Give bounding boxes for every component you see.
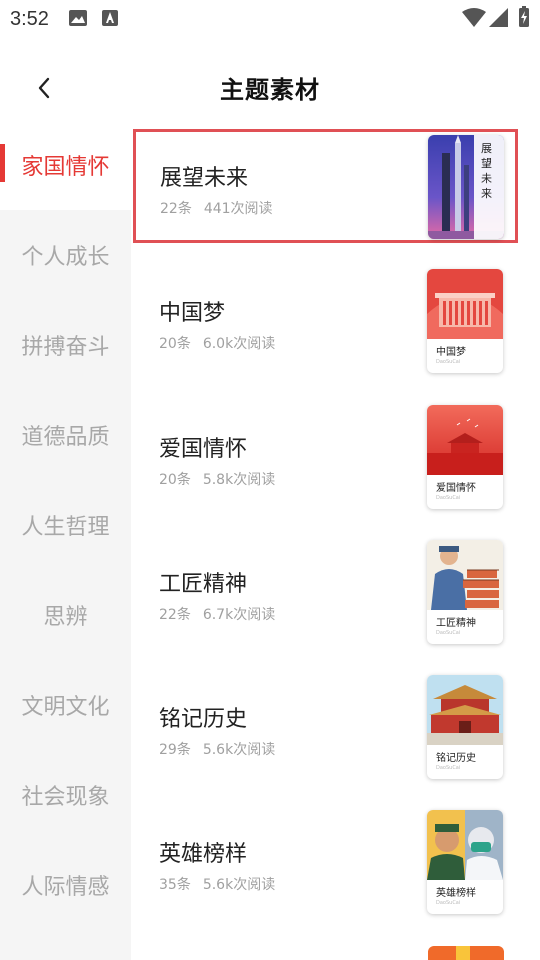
sidebar-item-label: 家国情怀 [21, 155, 110, 180]
battery-charging-icon [519, 6, 529, 27]
header: 主题素材 [0, 52, 540, 124]
thumb-caption: 英雄榜样 [436, 888, 476, 899]
sidebar-item-label: 人际情感 [21, 875, 110, 900]
thumb-watermark: DaoSuCai [436, 765, 461, 771]
category-sidebar: 家国情怀 个人成长 拼搏奋斗 道德品质 人生哲理 思辨 文明文化 社会现象 人际… [0, 120, 131, 960]
topic-reads: 5.8k次阅读 [202, 472, 276, 488]
topic-title: 展望未来 [160, 166, 249, 191]
sidebar-item-shehui[interactable]: 社会现象 [0, 750, 131, 840]
topic-title: 铭记历史 [159, 707, 248, 732]
palace-image [427, 675, 503, 745]
tiananmen-image [427, 405, 503, 475]
topic-count: 20条 [159, 472, 191, 488]
sidebar-item-label: 拼搏奋斗 [21, 335, 110, 360]
sidebar-item-renji[interactable]: 人际情感 [0, 840, 131, 930]
wifi-icon [462, 8, 486, 27]
craftsman-image [427, 540, 503, 610]
topic-card[interactable]: 爱国情怀 20条 5.8k次阅读 爱国情怀 DaoSuCai [133, 401, 518, 513]
topic-reads: 6.7k次阅读 [202, 607, 276, 623]
topic-count: 35条 [159, 877, 191, 893]
topic-reads: 5.6k次阅读 [202, 742, 276, 758]
topic-card[interactable]: 工匠精神 22条 6.7k次阅读 工匠精神 DaoSuCai [133, 536, 518, 648]
thumb-caption: 铭记历史 [436, 753, 476, 764]
thumb-title: 展望未来 [481, 142, 492, 200]
topic-reads: 6.0k次阅读 [202, 336, 276, 352]
topic-count: 29条 [159, 742, 191, 758]
topic-thumbnail: 英雄榜样 DaoSuCai [427, 810, 503, 914]
thumb-caption: 中国梦 [436, 347, 466, 358]
topic-thumbnail: 中国梦 DaoSuCai [427, 269, 503, 373]
topic-thumbnail: 铭记历史 DaoSuCai [427, 675, 503, 779]
sidebar-item-label: 个人成长 [21, 245, 110, 270]
topic-card[interactable]: 英雄榜样 35条 5.6k次阅读 英雄榜样 DaoSuCai [133, 806, 518, 918]
sidebar-item-jiaguo[interactable]: 家国情怀 [0, 120, 131, 210]
thumb-watermark: DaoSuCai [436, 900, 461, 906]
sidebar-item-sibian[interactable]: 思辨 [0, 570, 131, 660]
topic-meta: 20条 6.0k次阅读 [159, 333, 275, 353]
thumb-watermark: DaoSuCai [436, 630, 461, 636]
topic-count: 22条 [159, 607, 191, 623]
image-notification-icon [69, 10, 87, 26]
text-notification-icon [102, 10, 118, 26]
topic-thumbnail: 爱国情怀 DaoSuCai [427, 405, 503, 509]
sidebar-item-label: 社会现象 [21, 785, 110, 810]
topic-reads: 441次阅读 [203, 201, 273, 217]
topic-title: 英雄榜样 [159, 842, 248, 867]
sidebar-item-rensheng[interactable]: 人生哲理 [0, 480, 131, 570]
topic-title: 爱国情怀 [159, 437, 248, 462]
active-indicator [0, 144, 5, 182]
thumb-watermark: DaoSuCai [436, 495, 461, 501]
topic-meta: 22条 441次阅读 [160, 198, 273, 218]
thumb-watermark: DaoSuCai [436, 359, 461, 365]
topic-title: 工匠精神 [159, 572, 248, 597]
next-topic-thumbnail-partial [428, 946, 504, 960]
topic-card[interactable]: 展望未来 22条 441次阅读 展望未来 [133, 129, 518, 243]
topic-card[interactable]: 铭记历史 29条 5.6k次阅读 铭记历史 DaoSuCai [133, 671, 518, 783]
topic-list: 展望未来 22条 441次阅读 展望未来 中国梦 20条 6.0k次阅读 中国梦… [131, 120, 540, 960]
sidebar-item-label: 道德品质 [21, 425, 110, 450]
sidebar-item-pinbo[interactable]: 拼搏奋斗 [0, 300, 131, 390]
status-bar: 3:52 [0, 0, 540, 38]
thumb-caption: 工匠精神 [436, 618, 476, 629]
topic-thumbnail: 展望未来 [428, 135, 504, 239]
topic-title: 中国梦 [159, 301, 226, 326]
great-hall-image [427, 269, 503, 339]
topic-thumbnail: 工匠精神 DaoSuCai [427, 540, 503, 644]
status-time: 3:52 [10, 8, 49, 30]
sidebar-item-geren[interactable]: 个人成长 [0, 210, 131, 300]
topic-meta: 22条 6.7k次阅读 [159, 604, 275, 624]
page-title: 主题素材 [220, 76, 320, 104]
sidebar-item-wenming[interactable]: 文明文化 [0, 660, 131, 750]
topic-count: 22条 [160, 201, 192, 217]
signal-icon [489, 8, 508, 27]
topic-card[interactable]: 中国梦 20条 6.0k次阅读 中国梦 DaoSuCai [133, 265, 518, 377]
sidebar-item-label: 文明文化 [21, 695, 110, 720]
topic-meta: 20条 5.8k次阅读 [159, 469, 275, 489]
heroes-image [427, 810, 503, 880]
sidebar-item-daode[interactable]: 道德品质 [0, 390, 131, 480]
sidebar-item-label: 思辨 [43, 605, 88, 630]
topic-count: 20条 [159, 336, 191, 352]
sidebar-item-label: 人生哲理 [21, 515, 110, 540]
thumb-caption: 爱国情怀 [436, 483, 476, 494]
topic-meta: 35条 5.6k次阅读 [159, 874, 275, 894]
topic-reads: 5.6k次阅读 [202, 877, 276, 893]
topic-meta: 29条 5.6k次阅读 [159, 739, 275, 759]
